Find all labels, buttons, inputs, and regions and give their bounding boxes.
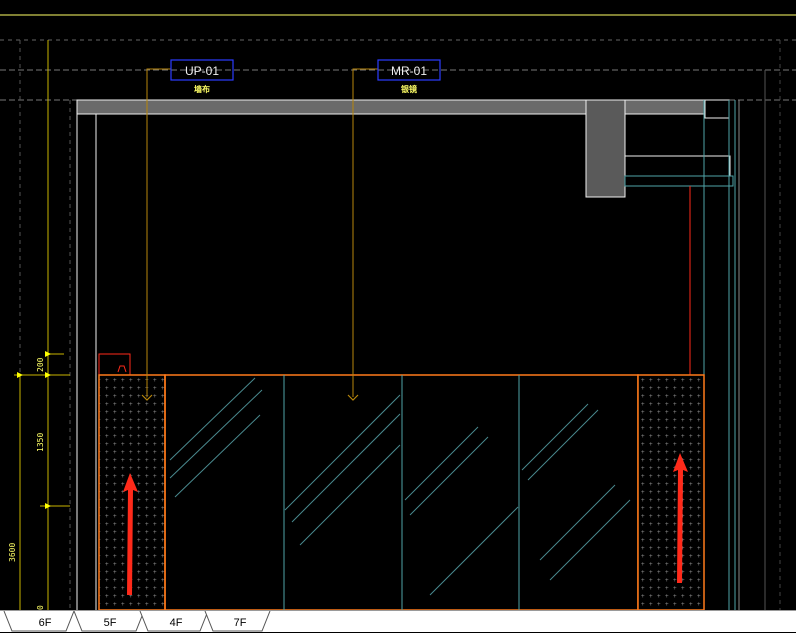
tab-5f[interactable]: 5F (73, 611, 145, 632)
tag-name: 墙布 (194, 84, 210, 94)
wall-fabric-panel-left (98, 374, 166, 610)
mirror-panel (164, 374, 639, 610)
dimension-200: 200 (36, 357, 45, 372)
tab-6f[interactable]: 6F (3, 611, 75, 632)
tag-code: UP-01 (185, 64, 219, 78)
tab-label: 6F (39, 617, 52, 629)
dimension-chain: 200 1350 3600 0 (8, 351, 70, 610)
dimension-1350: 1350 (36, 433, 45, 452)
tab-7f[interactable]: 7F (204, 611, 271, 632)
tab-label: 4F (170, 617, 183, 629)
dimension-3600: 3600 (8, 543, 17, 562)
tag-leaders (141, 68, 378, 401)
material-tag-up-01[interactable]: UP-01 墙布 (170, 59, 234, 94)
tab-label: 5F (104, 617, 117, 629)
tag-code: MR-01 (391, 64, 427, 78)
wall-fabric-panel-right (637, 374, 705, 610)
tab-4f[interactable]: 4F (139, 611, 209, 632)
material-tag-mr-01[interactable]: MR-01 银镜 (377, 59, 441, 94)
top-trim (98, 353, 131, 375)
tab-label: 7F (234, 617, 247, 629)
cad-drawing-canvas[interactable]: + (0, 0, 796, 610)
layout-tab-bar: 6F 5F 4F 7F (0, 610, 796, 632)
tag-name: 银镜 (400, 84, 417, 94)
